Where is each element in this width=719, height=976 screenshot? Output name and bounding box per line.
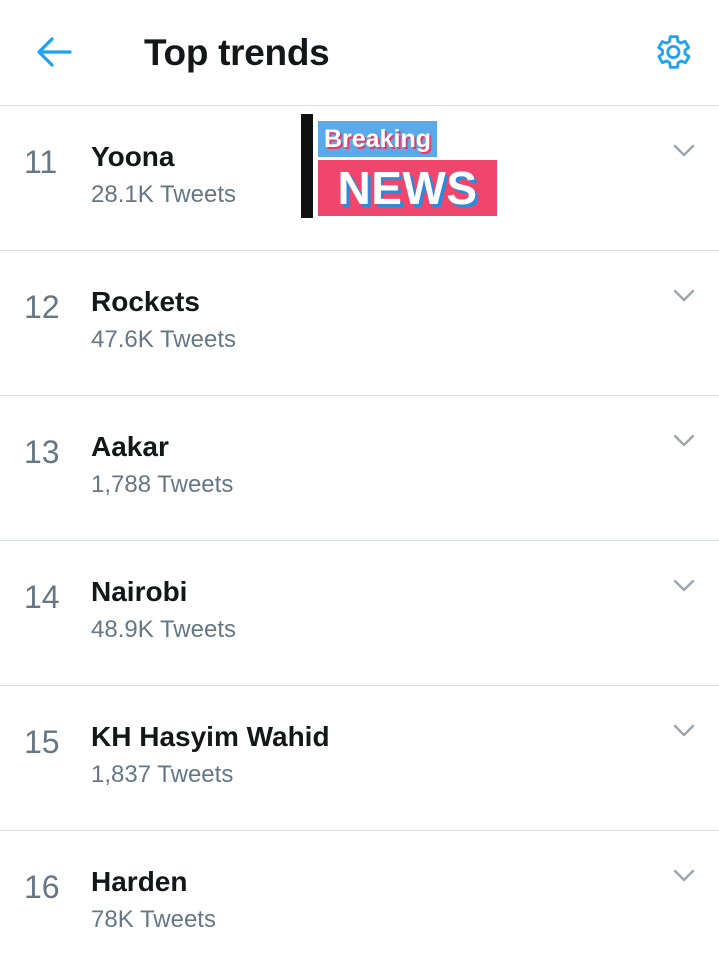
trend-row[interactable]: 15 KH Hasyim Wahid 1,837 Tweets xyxy=(0,686,719,831)
trend-menu-button[interactable] xyxy=(671,865,697,887)
trend-rank: 14 xyxy=(24,579,60,615)
trend-rank: 12 xyxy=(24,289,60,325)
chevron-down-icon xyxy=(673,289,695,302)
tweet-count: 78K Tweets xyxy=(91,906,216,933)
trend-name: KH Hasyim Wahid xyxy=(91,721,330,752)
trend-menu-button[interactable] xyxy=(671,575,697,597)
trend-rank: 15 xyxy=(24,724,60,760)
chevron-down-icon xyxy=(673,869,695,882)
breaking-news-bar xyxy=(301,114,313,218)
trend-rank: 16 xyxy=(24,869,60,905)
trends-list: 11 Yoona 28.1K Tweets 12 Rockets 47.6K T… xyxy=(0,106,719,976)
trend-row[interactable]: 16 Harden 78K Tweets xyxy=(0,831,719,976)
trend-row[interactable]: 13 Aakar 1,788 Tweets xyxy=(0,396,719,541)
trend-name: Harden xyxy=(91,866,188,897)
trend-name: Rockets xyxy=(91,286,200,317)
back-button[interactable] xyxy=(30,30,78,74)
settings-button[interactable] xyxy=(649,29,695,75)
chevron-down-icon xyxy=(673,434,695,447)
chevron-down-icon xyxy=(673,144,695,157)
trend-menu-button[interactable] xyxy=(671,720,697,742)
trend-row[interactable]: 12 Rockets 47.6K Tweets xyxy=(0,251,719,396)
tweet-count: 47.6K Tweets xyxy=(91,326,236,353)
trend-menu-button[interactable] xyxy=(671,285,697,307)
chevron-down-icon xyxy=(673,579,695,592)
trend-menu-button[interactable] xyxy=(671,140,697,162)
tweet-count: 1,788 Tweets xyxy=(91,471,234,498)
chevron-down-icon xyxy=(673,724,695,737)
tweet-count: 48.9K Tweets xyxy=(91,616,236,643)
news-label: NEWS xyxy=(318,160,497,216)
trend-menu-button[interactable] xyxy=(671,430,697,452)
tweet-count: 28.1K Tweets xyxy=(91,181,236,208)
trend-rank: 11 xyxy=(24,144,58,180)
trend-name: Yoona xyxy=(91,141,175,172)
page-title: Top trends xyxy=(144,32,330,73)
trend-row[interactable]: 14 Nairobi 48.9K Tweets xyxy=(0,541,719,686)
trend-name: Nairobi xyxy=(91,576,188,607)
tweet-count: 1,837 Tweets xyxy=(91,761,234,788)
arrow-left-icon xyxy=(37,37,72,67)
breaking-label: Breaking xyxy=(318,121,437,157)
breaking-news-graphic: Breaking NEWS xyxy=(301,114,501,218)
top-app-bar: Top trends xyxy=(0,0,719,106)
trend-name: Aakar xyxy=(91,431,169,462)
trend-rank: 13 xyxy=(24,434,60,470)
gear-icon xyxy=(657,35,691,69)
